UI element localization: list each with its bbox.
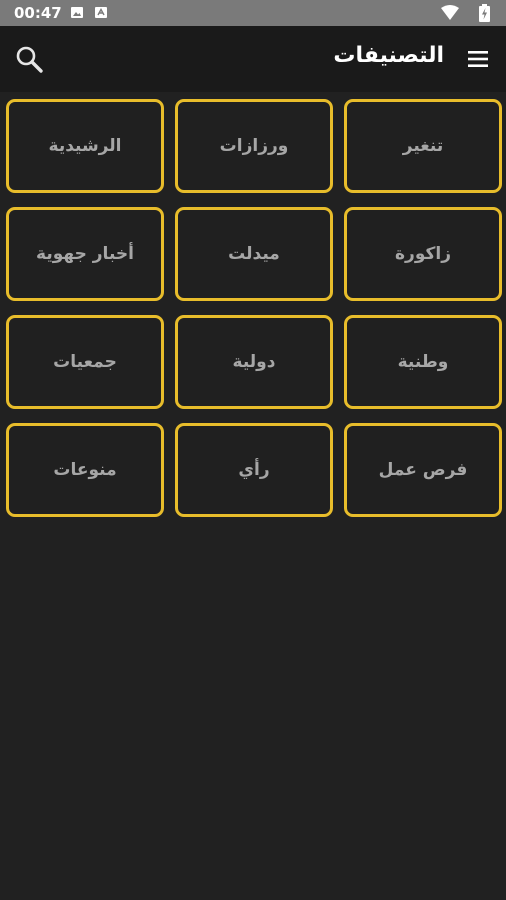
category-label: الرشيدية xyxy=(48,136,122,156)
categories-grid: تنغير ورزازات الرشيدية زاكورة ميدلت أخبا… xyxy=(6,99,502,517)
page-title: التصنيفات xyxy=(333,43,444,68)
store-notification-icon xyxy=(95,7,107,18)
category-tile-tinghir[interactable]: تنغير xyxy=(344,99,502,193)
app-bar: التصنيفات xyxy=(0,26,506,92)
category-label: تنغير xyxy=(402,136,444,156)
category-tile-midelt[interactable]: ميدلت xyxy=(175,207,333,301)
status-time: 00:47 xyxy=(14,4,62,22)
category-label: أخبار جهوية xyxy=(36,244,134,264)
category-label: دولية xyxy=(232,352,276,372)
hamburger-menu-icon[interactable] xyxy=(466,48,490,70)
battery-icon xyxy=(479,4,490,22)
category-tile-opinion[interactable]: رأي xyxy=(175,423,333,517)
category-label: رأي xyxy=(238,460,270,480)
status-bar: 00:47 xyxy=(0,0,506,26)
category-tile-national[interactable]: وطنية xyxy=(344,315,502,409)
search-icon[interactable] xyxy=(14,44,46,76)
category-label: جمعيات xyxy=(53,352,117,372)
category-tile-errachidia[interactable]: الرشيدية xyxy=(6,99,164,193)
category-label: فرص عمل xyxy=(378,460,468,480)
category-label: ورزازات xyxy=(219,136,289,156)
wifi-icon xyxy=(441,5,459,20)
category-tile-job-offers[interactable]: فرص عمل xyxy=(344,423,502,517)
category-label: وطنية xyxy=(397,352,449,372)
category-tile-associations[interactable]: جمعيات xyxy=(6,315,164,409)
category-tile-regional-news[interactable]: أخبار جهوية xyxy=(6,207,164,301)
category-tile-miscellaneous[interactable]: منوعات xyxy=(6,423,164,517)
category-label: زاكورة xyxy=(395,244,451,264)
category-label: ميدلت xyxy=(228,244,280,264)
category-tile-zagora[interactable]: زاكورة xyxy=(344,207,502,301)
image-notification-icon xyxy=(71,7,83,18)
category-label: منوعات xyxy=(53,460,117,480)
category-tile-international[interactable]: دولية xyxy=(175,315,333,409)
category-tile-ouarzazate[interactable]: ورزازات xyxy=(175,99,333,193)
